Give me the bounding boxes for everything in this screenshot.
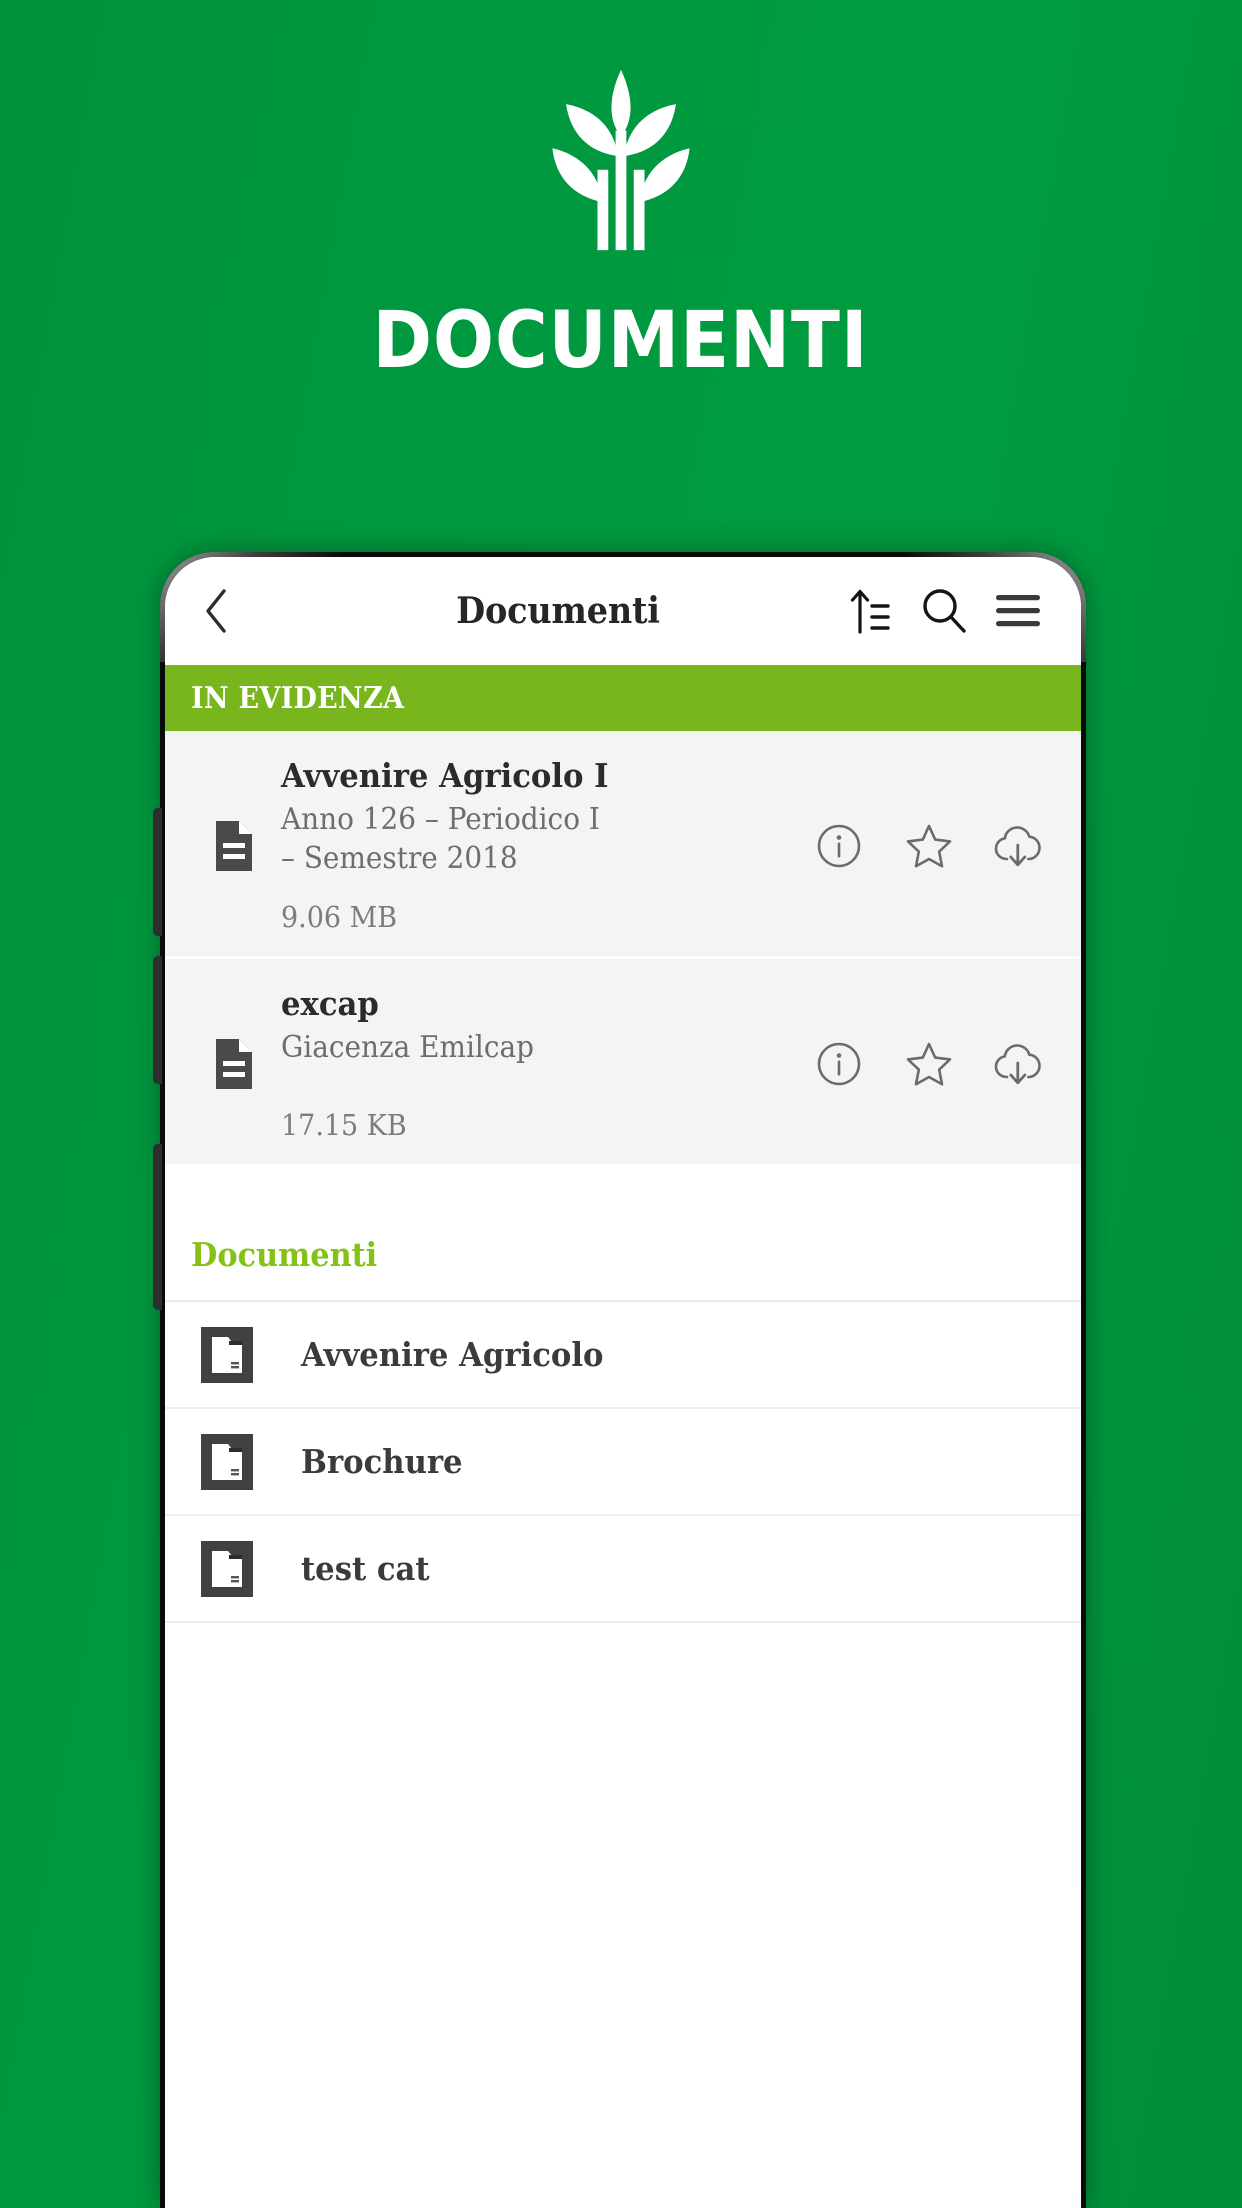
document-actions — [807, 757, 1059, 934]
folder-icon-cell — [201, 1540, 273, 1597]
document-download-button[interactable] — [987, 1032, 1051, 1096]
phone-side-button-volume-down[interactable] — [153, 956, 162, 1084]
promo-title: DOCUMENTI — [373, 296, 869, 386]
phone-side-button-volume-up[interactable] — [153, 808, 162, 936]
folders-section-header: Documenti — [165, 1221, 1081, 1303]
document-icon-cell — [187, 757, 281, 934]
document-title: Avvenire Agricolo I — [281, 756, 609, 795]
featured-section-header: IN EVIDENZA — [165, 665, 1081, 731]
folder-icon-cell — [201, 1433, 273, 1490]
cloud-download-icon — [994, 1043, 1041, 1084]
menu-button[interactable] — [981, 574, 1055, 648]
wheat-plant-logo-icon — [552, 69, 690, 251]
document-text-cell: Avvenire Agricolo I Anno 126 – Periodico… — [281, 756, 807, 935]
document-favorite-button[interactable] — [897, 814, 961, 878]
phone-screen: Documenti IN EVIDENZA Avvenire Agricolo … — [165, 557, 1081, 2208]
folder-list-item[interactable]: test cat — [165, 1516, 1081, 1624]
document-size: 9.06 MB — [281, 900, 398, 935]
document-info-button[interactable] — [807, 814, 871, 878]
folder-label: Brochure — [301, 1442, 463, 1482]
app-bar: Documenti — [165, 557, 1081, 665]
search-button[interactable] — [907, 574, 981, 648]
info-circle-icon — [817, 824, 861, 867]
folder-icon — [201, 1433, 253, 1490]
page-title: Documenti — [456, 590, 660, 632]
folder-list-item[interactable]: Brochure — [165, 1409, 1081, 1517]
folders-section-label: Documenti — [191, 1235, 378, 1275]
section-spacer — [165, 1167, 1081, 1222]
star-outline-icon — [906, 1042, 952, 1086]
hamburger-menu-icon — [996, 595, 1040, 627]
document-text-cell: excap Giacenza Emilcap 17.15 KB — [281, 984, 807, 1143]
document-favorite-button[interactable] — [897, 1032, 961, 1096]
featured-section-label: IN EVIDENZA — [191, 680, 405, 716]
document-subtitle: Giacenza Emilcap — [281, 1030, 534, 1066]
folder-icon-cell — [201, 1326, 273, 1383]
back-button[interactable] — [183, 578, 249, 644]
folder-label: Avvenire Agricolo — [301, 1335, 604, 1375]
sort-ascending-icon — [850, 589, 890, 634]
document-size: 17.15 KB — [281, 1108, 407, 1143]
document-subtitle: Anno 126 – Periodico I – Semestre 2018 — [281, 802, 600, 876]
phone-side-button-power[interactable] — [153, 1144, 162, 1310]
empty-list-area — [165, 1623, 1081, 2208]
document-file-icon — [216, 1038, 252, 1089]
star-outline-icon — [906, 824, 952, 868]
featured-document-row[interactable]: Avvenire Agricolo I Anno 126 – Periodico… — [165, 731, 1081, 960]
folder-icon — [201, 1326, 253, 1383]
document-download-button[interactable] — [987, 814, 1051, 878]
search-icon — [923, 589, 966, 633]
sort-button[interactable] — [833, 574, 907, 648]
folder-icon — [201, 1540, 253, 1597]
phone-device-frame: Documenti IN EVIDENZA Avvenire Agricolo … — [153, 552, 1086, 2208]
chevron-left-icon — [206, 589, 226, 633]
featured-document-row[interactable]: excap Giacenza Emilcap 17.15 KB — [165, 959, 1081, 1168]
folder-list-item[interactable]: Avvenire Agricolo — [165, 1302, 1081, 1410]
info-circle-icon — [817, 1042, 861, 1085]
document-file-icon — [216, 820, 252, 871]
promo-hero: DOCUMENTI — [0, 0, 1242, 520]
folder-label: test cat — [301, 1549, 430, 1589]
document-icon-cell — [187, 985, 281, 1142]
document-actions — [807, 985, 1059, 1142]
cloud-download-icon — [994, 825, 1041, 866]
document-info-button[interactable] — [807, 1032, 871, 1096]
document-title: excap — [281, 984, 379, 1024]
